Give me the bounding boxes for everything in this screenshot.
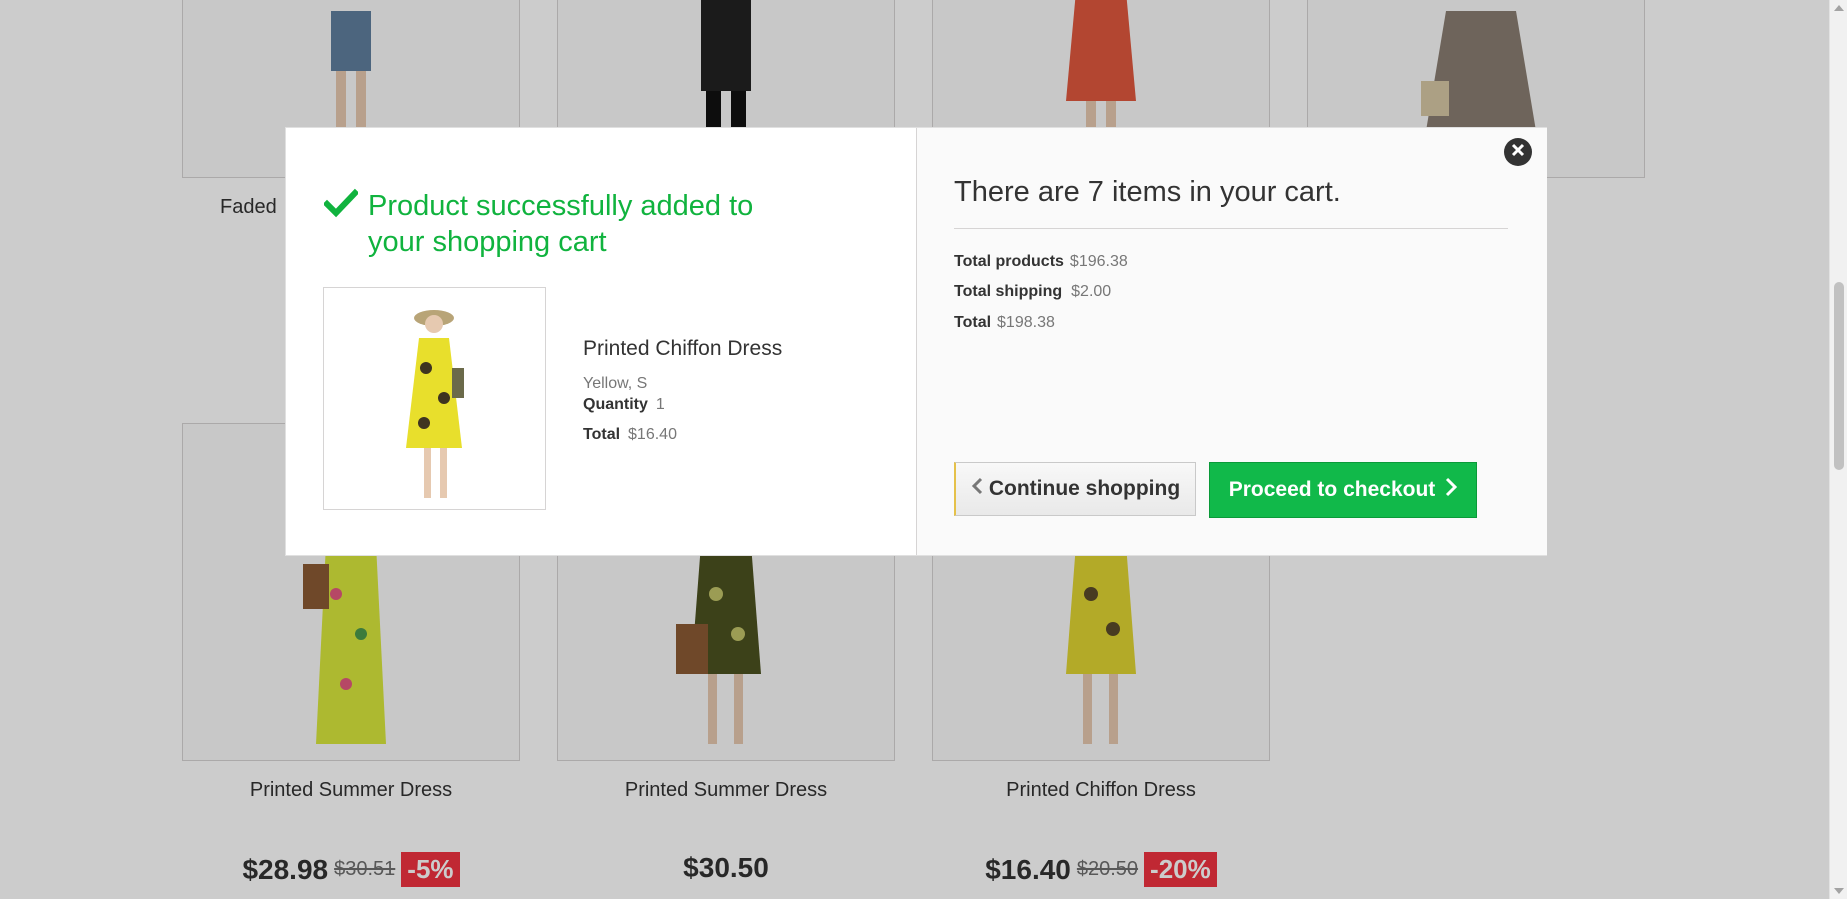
quantity-label: Quantity <box>583 396 648 413</box>
modal-cart-panel: There are 7 items in your cart. Total pr… <box>916 128 1547 555</box>
add-to-cart-modal: Product successfully added to your shopp… <box>285 127 1547 556</box>
total-products-value: $196.38 <box>1069 253 1128 270</box>
total-shipping-row: Total shipping $2.00 <box>954 283 1111 301</box>
page-scrollbar[interactable] <box>1829 0 1847 899</box>
cart-total-label: Total <box>954 314 992 331</box>
continue-shopping-label: Continue shopping <box>988 477 1181 500</box>
checkout-label: Proceed to checkout <box>1228 478 1436 501</box>
total-value: $16.40 <box>628 426 677 443</box>
total-label: Total <box>583 426 621 443</box>
total-products-row: Total products $196.38 <box>954 253 1128 271</box>
proceed-to-checkout-button[interactable]: Proceed to checkout <box>1209 462 1477 518</box>
scroll-up-icon[interactable] <box>1834 5 1844 11</box>
success-banner: Product successfully added to your shopp… <box>322 188 798 260</box>
cart-summary-title: There are 7 items in your cart. <box>954 176 1341 208</box>
cart-total-value: $198.38 <box>997 314 1055 331</box>
continue-shopping-button[interactable]: Continue shopping <box>954 462 1196 516</box>
product-thumbnail <box>323 287 546 510</box>
total-shipping-label: Total shipping <box>954 283 1063 300</box>
close-icon <box>1511 143 1525 162</box>
quantity-value: 1 <box>655 396 665 413</box>
scrollbar-thumb[interactable] <box>1834 282 1844 470</box>
success-message: Product successfully added to your shopp… <box>368 190 754 258</box>
chevron-right-icon <box>1445 477 1458 503</box>
scroll-down-icon[interactable] <box>1834 888 1844 894</box>
check-icon <box>322 188 360 223</box>
total-shipping-value: $2.00 <box>1071 283 1112 300</box>
modal-product-panel: Product successfully added to your shopp… <box>286 128 916 555</box>
close-modal-button[interactable] <box>1504 138 1532 166</box>
quantity-row: Quantity 1 <box>583 396 665 414</box>
cart-total-row: Total $198.38 <box>954 314 1055 332</box>
total-products-label: Total products <box>954 253 1064 270</box>
chevron-left-icon <box>971 477 983 501</box>
product-name: Printed Chiffon Dress <box>583 337 783 360</box>
divider <box>954 228 1508 229</box>
product-total-row: Total $16.40 <box>583 426 677 444</box>
product-attributes: Yellow, S <box>583 375 648 392</box>
